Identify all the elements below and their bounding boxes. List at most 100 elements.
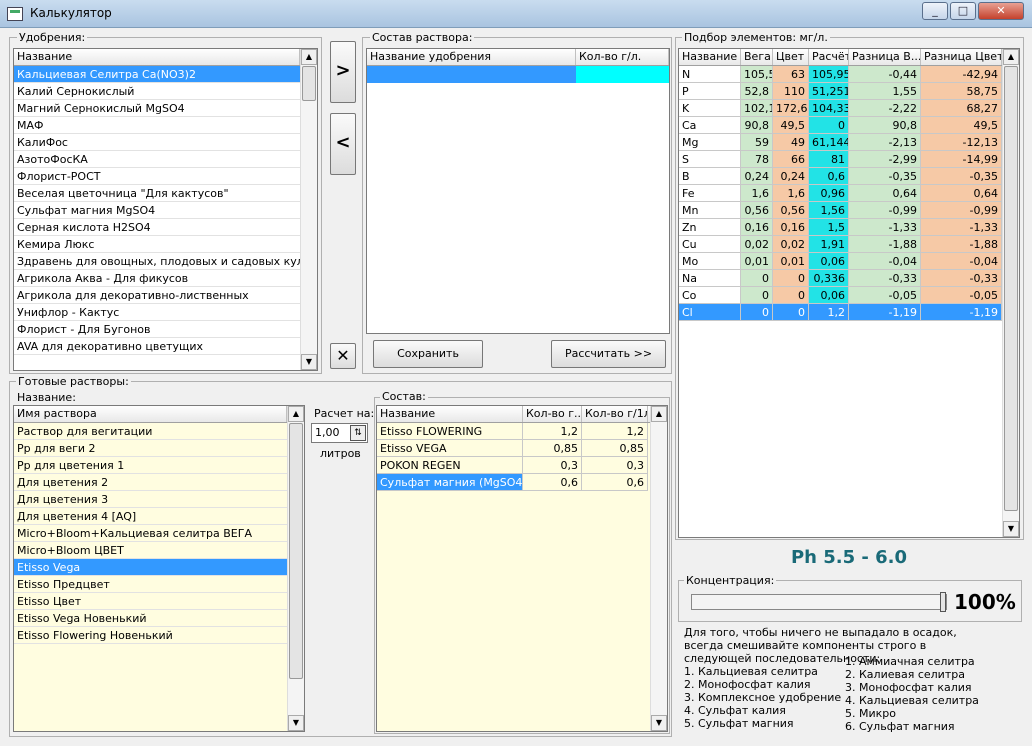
spinner-arrows-icon[interactable]: ⇅: [350, 425, 366, 441]
col-header-solution-name[interactable]: Имя раствора: [14, 406, 287, 422]
fertilizer-item[interactable]: Агрикола Аква - Для фикусов: [14, 270, 300, 287]
scroll-up-icon[interactable]: ▲: [288, 406, 304, 422]
ready-solution-item[interactable]: Etisso Vega Новенький: [14, 610, 287, 627]
concentration-slider-thumb[interactable]: [940, 592, 946, 612]
concentration-slider-track[interactable]: [691, 592, 947, 612]
col-header-0[interactable]: Название: [679, 49, 741, 65]
element-row[interactable]: P52,811051,25181,5558,75: [679, 83, 1002, 100]
element-row[interactable]: Mn 0,56 0,56 1,56 -0,99 -0,99: [679, 202, 1002, 219]
fertilizer-item[interactable]: Калий Сернокислый: [14, 83, 300, 100]
ready-scrollbar[interactable]: ▲ ▼: [287, 406, 304, 731]
composition-scrollbar[interactable]: ▲ ▼: [650, 406, 667, 731]
fertilizer-item[interactable]: Унифлор - Кактус: [14, 304, 300, 321]
ready-solution-item[interactable]: Micro+Bloom+Кальциевая селитра ВЕГА: [14, 525, 287, 542]
ready-solution-item[interactable]: Раствор для вегитации: [14, 423, 287, 440]
composition-row[interactable]: Etisso VEGA 0,85 0,85: [377, 440, 650, 457]
col-header-5[interactable]: Разница Цвета: [921, 49, 1002, 65]
calc-volume-spinner[interactable]: 1,00 ⇅: [311, 423, 368, 443]
fertilizer-item[interactable]: AVA для декоративно цветущих: [14, 338, 300, 355]
element-row[interactable]: Cu 0,02 0,02 1,91 -1,88 -1,88: [679, 236, 1002, 253]
col-header-4[interactable]: Разница В...: [849, 49, 921, 65]
fertilizer-item[interactable]: Флорист - Для Бугонов: [14, 321, 300, 338]
col-header-2[interactable]: Кол-во г/1л.: [582, 406, 648, 422]
elements-scrollbar[interactable]: ▲ ▼: [1002, 49, 1019, 537]
fertilizer-item[interactable]: АзотоФосКА: [14, 151, 300, 168]
ready-solution-item[interactable]: Для цветения 4 [AQ]: [14, 508, 287, 525]
scroll-up-icon[interactable]: ▲: [651, 406, 667, 422]
fertilizer-item[interactable]: Кемира Люкс: [14, 236, 300, 253]
element-row[interactable]: Zn 0,16 0,16 1,5 -1,33 -1,33: [679, 219, 1002, 236]
element-row[interactable]: Ca 90,8 49,5 0 90,8 49,5: [679, 117, 1002, 134]
element-cell: Na: [679, 270, 741, 287]
composition-row[interactable]: Etisso FLOWERING 1,2 1,2: [377, 423, 650, 440]
scroll-thumb[interactable]: [289, 423, 303, 679]
element-row[interactable]: N 105,5 63 105,95 -0,44 -42,94: [679, 66, 1002, 83]
col-header-fertilizer-name[interactable]: Название удобрения: [367, 49, 576, 65]
element-row[interactable]: K102,1172,6104,337-2,2268,27: [679, 100, 1002, 117]
solution-cell-name[interactable]: [367, 66, 576, 83]
scroll-down-icon[interactable]: ▼: [288, 715, 304, 731]
solution-row-new[interactable]: [367, 66, 669, 83]
remove-from-solution-button[interactable]: <: [330, 113, 356, 175]
add-to-solution-button[interactable]: >: [330, 41, 356, 103]
element-row[interactable]: Mg594961,1442-2,13-12,13: [679, 134, 1002, 151]
fertilizer-item[interactable]: Флорист-РОСТ: [14, 168, 300, 185]
col-header-3[interactable]: Расчёт: [809, 49, 849, 65]
ready-solutions-list[interactable]: Имя раствора Раствор для вегитации Рр для…: [13, 405, 305, 732]
fertilizer-item[interactable]: Магний Сернокислый MgSO4: [14, 100, 300, 117]
scroll-down-icon[interactable]: ▼: [301, 354, 317, 370]
fertilizers-list[interactable]: Название Кальциевая Селитра Ca(NO3)2 Кали…: [13, 48, 318, 371]
calc-volume-value[interactable]: 1,00: [315, 426, 340, 439]
element-row[interactable]: Fe 1,6 1,6 0,96 0,64 0,64: [679, 185, 1002, 202]
col-header-2[interactable]: Цвет: [773, 49, 809, 65]
elements-table[interactable]: Название Вега Цвет Расчёт Разница В... Разниц…: [678, 48, 1020, 538]
col-header-0[interactable]: Название: [377, 406, 523, 422]
ready-solution-item[interactable]: Рр для цветения 1: [14, 457, 287, 474]
element-row[interactable]: Cl 0 0 1,2 -1,19 -1,19: [679, 304, 1002, 321]
col-header-1[interactable]: Кол-во г...: [523, 406, 582, 422]
ready-solution-item[interactable]: Рр для веги 2: [14, 440, 287, 457]
ready-solution-item[interactable]: Micro+Bloom ЦВЕТ: [14, 542, 287, 559]
fertilizer-item[interactable]: Кальциевая Селитра Ca(NO3)2: [14, 66, 300, 83]
ready-solution-item[interactable]: Etisso Flowering Новенький: [14, 627, 287, 644]
scroll-up-icon[interactable]: ▲: [1003, 49, 1019, 65]
fertilizer-item[interactable]: Веселая цветочница "Для кактусов": [14, 185, 300, 202]
element-row[interactable]: B 0,24 0,24 0,6 -0,35 -0,35: [679, 168, 1002, 185]
element-row[interactable]: Co 0 0 0,06 -0,05 -0,05: [679, 287, 1002, 304]
fertilizer-item[interactable]: Здравень для овощных, плодовых и садовых…: [14, 253, 300, 270]
close-button[interactable]: ✕: [978, 2, 1024, 20]
col-header-1[interactable]: Вега: [741, 49, 773, 65]
ready-solution-item[interactable]: Etisso Vega: [14, 559, 287, 576]
fertilizers-scrollbar[interactable]: ▲ ▼: [300, 49, 317, 370]
solution-cell-amount[interactable]: [576, 66, 669, 83]
minimize-button[interactable]: _: [922, 2, 948, 20]
col-header-amount[interactable]: Кол-во г/л.: [576, 49, 669, 65]
ready-solution-item[interactable]: Etisso Предцвет: [14, 576, 287, 593]
scroll-down-icon[interactable]: ▼: [1003, 521, 1019, 537]
fertilizer-item[interactable]: Серная кислота H2SO4: [14, 219, 300, 236]
scroll-thumb[interactable]: [302, 66, 316, 101]
element-row[interactable]: Na 0 0 0,336 -0,33 -0,33: [679, 270, 1002, 287]
col-header-name[interactable]: Название: [14, 49, 300, 65]
scroll-up-icon[interactable]: ▲: [301, 49, 317, 65]
calculate-button[interactable]: Рассчитать >>: [551, 340, 666, 368]
fertilizer-item[interactable]: МАФ: [14, 117, 300, 134]
scroll-thumb[interactable]: [1004, 66, 1018, 511]
composition-row[interactable]: Сульфат магния (MgSO4 * n0,60,6: [377, 474, 650, 491]
maximize-button[interactable]: □: [950, 2, 976, 20]
save-button[interactable]: Сохранить: [373, 340, 483, 368]
solution-table[interactable]: Название удобрения Кол-во г/л.: [366, 48, 670, 334]
ready-solution-item[interactable]: Для цветения 2: [14, 474, 287, 491]
fertilizer-item[interactable]: КалиФос: [14, 134, 300, 151]
ready-solution-item[interactable]: Etisso Цвет: [14, 593, 287, 610]
fertilizer-item[interactable]: Сульфат магния MgSO4: [14, 202, 300, 219]
composition-table[interactable]: Название Кол-во г... Кол-во г/1л. Etisso F…: [376, 405, 668, 732]
composition-row[interactable]: POKON REGEN 0,3 0,3: [377, 457, 650, 474]
delete-fertilizer-button[interactable]: ✕: [330, 343, 356, 369]
scroll-down-icon[interactable]: ▼: [651, 715, 667, 731]
fertilizer-item[interactable]: Агрикола для декоративно-лиственных: [14, 287, 300, 304]
element-row[interactable]: S 78 66 81 -2,99 -14,99: [679, 151, 1002, 168]
ready-solution-item[interactable]: Для цветения 3: [14, 491, 287, 508]
element-row[interactable]: Mo 0,01 0,01 0,06 -0,04 -0,04: [679, 253, 1002, 270]
element-cell: -0,35: [849, 168, 921, 185]
